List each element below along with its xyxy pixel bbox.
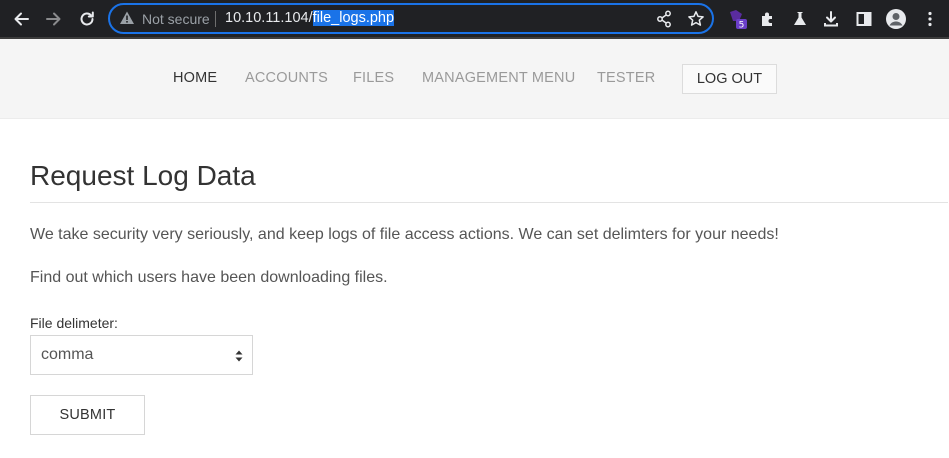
url-text[interactable]: 10.10.11.104/file_logs.php	[225, 10, 395, 26]
kebab-menu-icon[interactable]	[919, 8, 941, 30]
download-icon[interactable]	[820, 8, 842, 30]
nav-management-menu[interactable]: MANAGEMENT MENU	[422, 70, 575, 86]
forward-icon[interactable]	[41, 6, 67, 32]
star-icon[interactable]	[687, 10, 705, 33]
delimiter-select[interactable]: comma	[30, 335, 253, 375]
share-icon[interactable]	[656, 10, 672, 33]
lab-flask-icon[interactable]	[789, 8, 811, 30]
omnibox-separator	[215, 11, 216, 27]
delimiter-select-value: comma	[41, 346, 94, 363]
extension-icon[interactable]: 5	[726, 8, 748, 30]
security-status[interactable]: Not secure	[142, 11, 210, 27]
site-navigation: HOME ACCOUNTS FILES MANAGEMENT MENU TEST…	[0, 39, 949, 119]
nav-home[interactable]: HOME	[173, 70, 217, 86]
intro-text: We take security very seriously, and kee…	[30, 226, 779, 243]
puzzle-icon[interactable]	[757, 8, 779, 30]
subintro-text: Find out which users have been downloadi…	[30, 269, 388, 286]
nav-files[interactable]: FILES	[353, 70, 394, 86]
extension-badge: 5	[739, 21, 745, 31]
nav-accounts[interactable]: ACCOUNTS	[245, 70, 328, 86]
page-title: Request Log Data	[30, 160, 256, 191]
reload-icon[interactable]	[74, 6, 100, 32]
browser-toolbar: Not secure 10.10.11.104/file_logs.php 5	[0, 0, 949, 37]
url-path: file_logs.php	[312, 10, 395, 26]
side-panel-icon[interactable]	[853, 8, 875, 30]
url-host: 10.10.11.104/	[225, 10, 313, 26]
title-divider	[30, 202, 948, 203]
delimiter-label: File delimeter:	[30, 315, 118, 331]
select-arrows-icon	[235, 349, 243, 367]
address-bar[interactable]: Not secure 10.10.11.104/file_logs.php	[108, 3, 714, 34]
profile-icon[interactable]	[885, 8, 907, 30]
logout-button[interactable]: LOG OUT	[682, 64, 777, 94]
nav-tester[interactable]: TESTER	[597, 70, 655, 86]
back-icon[interactable]	[8, 6, 34, 32]
warning-icon[interactable]	[119, 10, 135, 31]
submit-button[interactable]: SUBMIT	[30, 395, 145, 435]
